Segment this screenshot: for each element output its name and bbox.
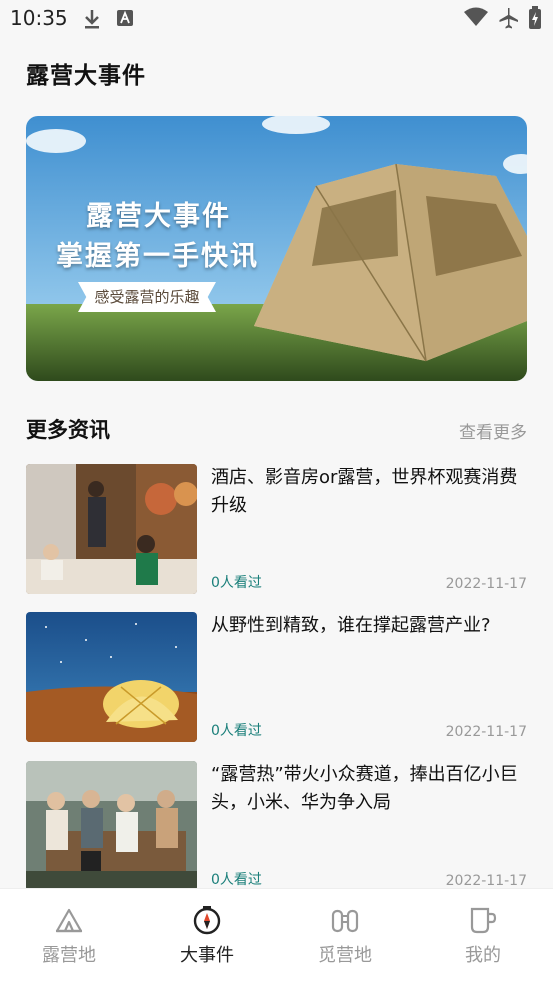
news-date: 2022-11-17 bbox=[445, 873, 527, 889]
tab-profile[interactable]: 我的 bbox=[414, 889, 552, 985]
page-title: 露营大事件 bbox=[26, 63, 146, 89]
battery-icon bbox=[529, 6, 541, 29]
wifi-icon bbox=[464, 7, 488, 26]
news-views: 0人看过 bbox=[211, 723, 262, 739]
tab-campsite[interactable]: 露营地 bbox=[0, 889, 138, 985]
news-date: 2022-11-17 bbox=[445, 724, 527, 740]
news-item[interactable]: 酒店、影音房or露营，世界杯观赛消费升级 0人看过 2022-11-17 bbox=[26, 464, 527, 594]
news-item[interactable]: 从野性到精致，谁在撑起露营产业? 0人看过 2022-11-17 bbox=[26, 612, 527, 742]
banner-headline-1: 露营大事件 bbox=[86, 201, 231, 232]
tab-label: 露营地 bbox=[42, 945, 96, 966]
cup-icon bbox=[470, 907, 497, 934]
status-bar: 10:35 bbox=[0, 0, 553, 38]
hero-banner[interactable]: 露营大事件 掌握第一手快讯 感受露营的乐趣 bbox=[26, 116, 527, 381]
news-thumbnail bbox=[26, 464, 197, 594]
news-views: 0人看过 bbox=[211, 872, 262, 888]
tab-events[interactable]: 大事件 bbox=[138, 889, 276, 985]
tab-find-campsite[interactable]: 觅营地 bbox=[276, 889, 414, 985]
tent-icon bbox=[55, 908, 83, 933]
binoculars-icon bbox=[331, 909, 359, 933]
status-time: 10:35 bbox=[10, 6, 68, 30]
see-more-link[interactable]: 查看更多 bbox=[459, 418, 527, 443]
tab-label: 大事件 bbox=[180, 945, 234, 966]
tab-label: 我的 bbox=[465, 945, 501, 966]
news-item[interactable]: “露营热”带火小众赛道，捧出百亿小巨头，小米、华为争入局 0人看过 2022-1… bbox=[26, 761, 527, 891]
news-title: “露营热”带火小众赛道，捧出百亿小巨头，小米、华为争入局 bbox=[211, 764, 518, 813]
airplane-icon bbox=[499, 8, 518, 29]
news-date: 2022-11-17 bbox=[445, 576, 527, 592]
font-icon bbox=[117, 10, 133, 26]
tab-label: 觅营地 bbox=[318, 945, 372, 966]
compass-icon bbox=[193, 906, 221, 935]
section-title: 更多资讯 bbox=[26, 418, 110, 442]
news-thumbnail bbox=[26, 761, 197, 891]
news-views: 0人看过 bbox=[211, 575, 262, 591]
news-thumbnail bbox=[26, 612, 197, 742]
bottom-tab-bar: 露营地 大事件 觅营地 我的 bbox=[0, 888, 553, 985]
banner-tagline: 感受露营的乐趣 bbox=[78, 282, 216, 312]
download-icon bbox=[85, 10, 99, 29]
news-title: 酒店、影音房or露营，世界杯观赛消费升级 bbox=[211, 467, 518, 516]
news-title: 从野性到精致，谁在撑起露营产业? bbox=[211, 615, 491, 636]
banner-headline-2: 掌握第一手快讯 bbox=[56, 241, 259, 272]
